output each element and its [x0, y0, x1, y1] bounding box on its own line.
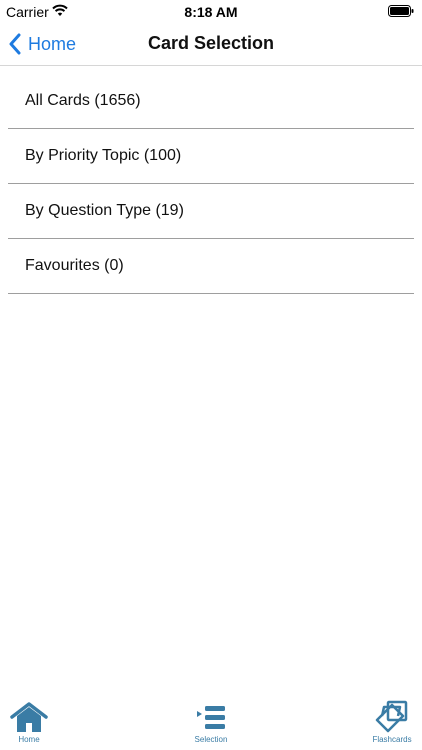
list-item-priority-topic[interactable]: By Priority Topic (100): [8, 129, 414, 184]
status-time: 8:18 AM: [184, 4, 238, 20]
tab-selection[interactable]: Selection: [181, 700, 241, 750]
tab-bar: Home Selection Flashcards: [0, 700, 422, 750]
tab-flashcards-label: Flashcards: [372, 735, 412, 744]
home-icon: [10, 702, 48, 732]
back-button-label: Home: [28, 33, 77, 54]
battery-icon: [388, 5, 414, 17]
chevron-left-icon: [9, 33, 21, 55]
tab-selection-label: Selection: [194, 735, 228, 744]
list-item-all-cards[interactable]: All Cards (1656): [8, 74, 414, 129]
flashcards-icon: [375, 700, 408, 733]
back-button[interactable]: Home: [8, 30, 76, 58]
tab-home-label: Home: [18, 735, 40, 744]
list-item-question-type[interactable]: By Question Type (19): [8, 184, 414, 239]
list-selection-icon: [197, 706, 225, 729]
tab-home[interactable]: Home: [0, 700, 59, 750]
card-selection-list: All Cards (1656) By Priority Topic (100)…: [8, 74, 414, 294]
tab-flashcards[interactable]: Flashcards: [362, 700, 422, 750]
list-item-favourites[interactable]: Favourites (0): [8, 239, 414, 294]
status-bar: Carrier 8:18 AM: [0, 0, 422, 22]
navigation-bar: Home Card Selection: [0, 22, 422, 66]
